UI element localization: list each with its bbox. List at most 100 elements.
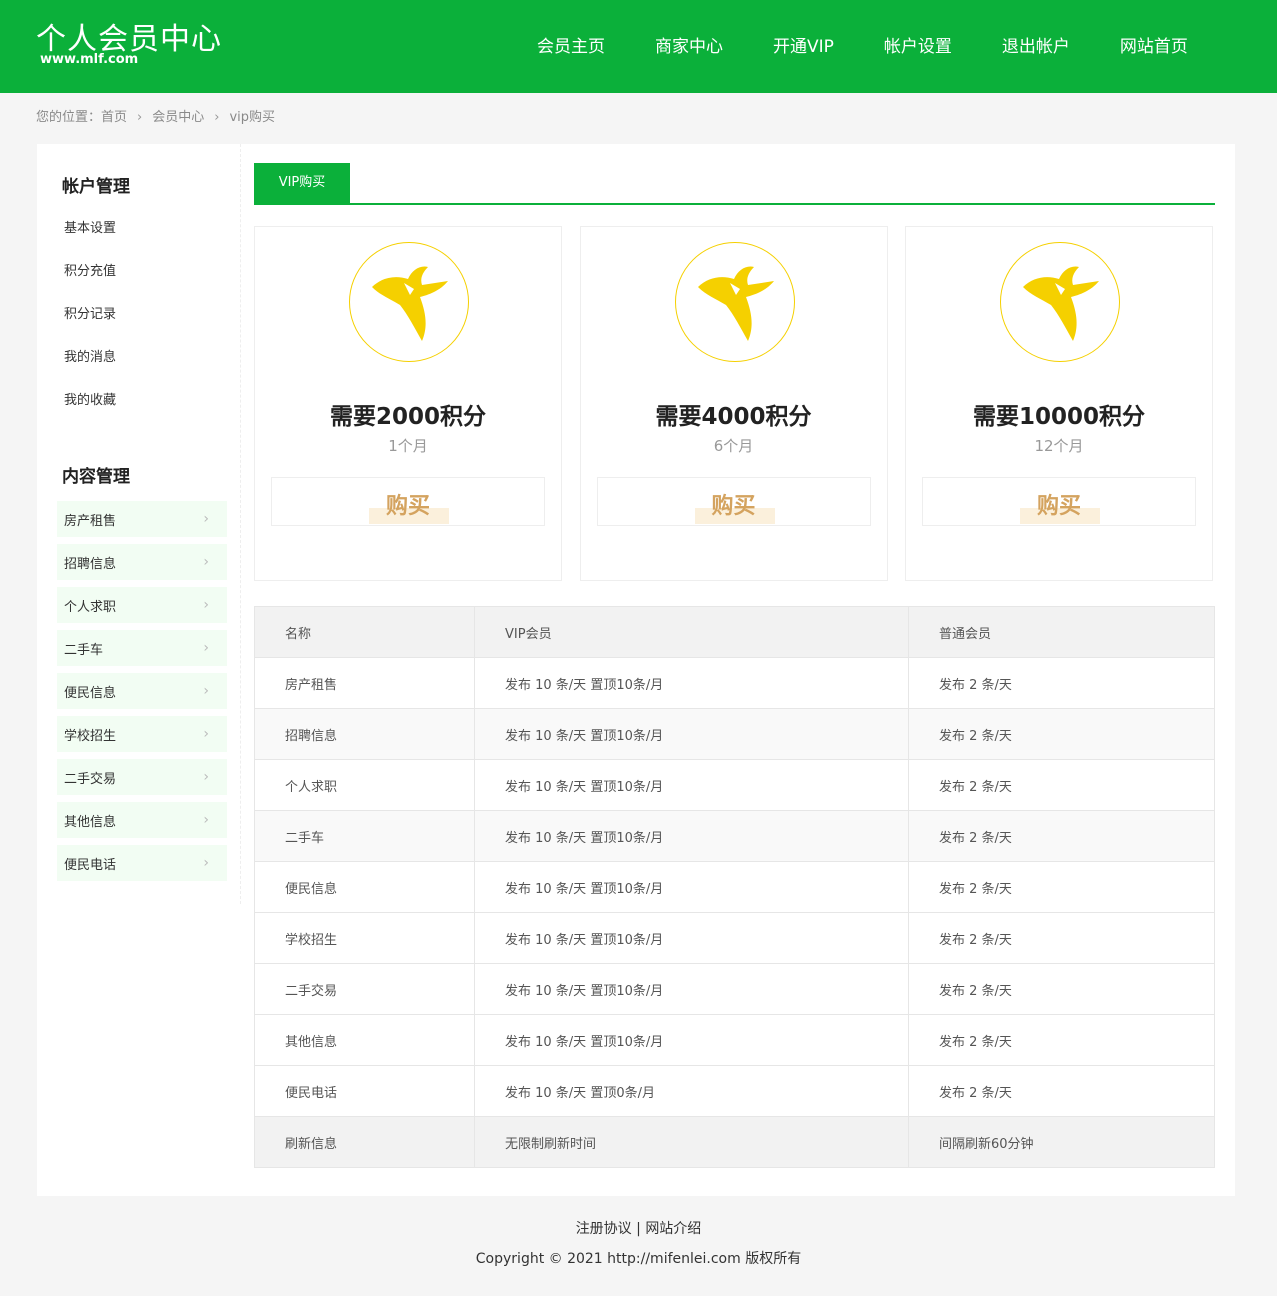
table-header-row: 名称 VIP会员 普通会员: [254, 606, 1215, 658]
table-cell: 二手交易: [254, 963, 475, 1015]
vip-plan-card: 需要10000积分 12个月 购买: [905, 226, 1213, 581]
table-cell: 发布 2 条/天: [908, 1014, 1215, 1066]
sidebar-group-account-title: 帐户管理: [62, 177, 130, 197]
table-cell: 发布 10 条/天 置顶10条/月: [474, 810, 909, 862]
table-cell: 发布 2 条/天: [908, 912, 1215, 964]
sidebar-item-label: 房产租售: [64, 513, 117, 529]
buy-button-label: 购买: [385, 494, 430, 519]
site-url: www.mlf.com: [40, 52, 139, 67]
nav-site-home[interactable]: 网站首页: [1095, 32, 1213, 57]
sidebar-item-real-estate[interactable]: 房产租售 ›: [57, 501, 227, 537]
table-cell: 发布 2 条/天: [908, 963, 1215, 1015]
sidebar-item-label: 便民电话: [64, 857, 117, 873]
table-row: 学校招生 发布 10 条/天 置顶10条/月 发布 2 条/天: [254, 912, 1215, 964]
plan-points: 需要2000积分: [329, 404, 486, 430]
sidebar-item-jobs[interactable]: 招聘信息 ›: [57, 544, 227, 580]
buy-button[interactable]: 购买: [271, 477, 545, 526]
table-cell: 发布 10 条/天 置顶10条/月: [474, 708, 909, 760]
tab-bar: VIP购买: [254, 163, 1215, 205]
table-row: 便民电话 发布 10 条/天 置顶0条/月 发布 2 条/天: [254, 1065, 1215, 1117]
table-row: 二手车 发布 10 条/天 置顶10条/月 发布 2 条/天: [254, 810, 1215, 862]
table-row: 其他信息 发布 10 条/天 置顶10条/月 发布 2 条/天: [254, 1014, 1215, 1066]
header-regular: 普通会员: [908, 606, 1215, 658]
chevron-right-icon: ›: [203, 640, 209, 656]
vip-v-icon: [349, 242, 469, 362]
table-row: 便民信息 发布 10 条/天 置顶10条/月 发布 2 条/天: [254, 861, 1215, 913]
nav-merchant-center[interactable]: 商家中心: [630, 32, 748, 57]
footer-link-about[interactable]: 网站介绍: [645, 1221, 701, 1237]
sidebar-item-my-messages[interactable]: 我的消息: [37, 340, 240, 383]
nav-account-settings[interactable]: 帐户设置: [859, 32, 977, 57]
chevron-right-icon: ›: [203, 726, 209, 742]
sidebar-item-used-cars[interactable]: 二手车 ›: [57, 630, 227, 666]
sidebar-item-label: 其他信息: [64, 814, 117, 830]
table-cell: 无限制刷新时间: [474, 1116, 909, 1168]
buy-button[interactable]: 购买: [596, 477, 871, 526]
table-cell: 发布 2 条/天: [908, 708, 1215, 760]
nav-member-home[interactable]: 会员主页: [512, 32, 630, 57]
sidebar-item-points-record[interactable]: 积分记录: [37, 297, 240, 340]
buy-button-label: 购买: [711, 494, 756, 519]
sidebar-item-second-hand-trade[interactable]: 二手交易 ›: [57, 759, 227, 795]
table-cell: 发布 2 条/天: [908, 759, 1215, 811]
plan-duration: 1个月: [388, 437, 428, 455]
sidebar: 帐户管理 基本设置 积分充值 积分记录 我的消息 我的收藏 内容管理 房产租售 ›…: [37, 144, 241, 904]
sidebar-item-school-enrollment[interactable]: 学校招生 ›: [57, 716, 227, 752]
nav-logout[interactable]: 退出帐户: [977, 32, 1095, 57]
table-cell: 发布 2 条/天: [908, 861, 1215, 913]
table-cell: 学校招生: [254, 912, 475, 964]
header-name: 名称: [254, 606, 475, 658]
footer-copyright: Copyright © 2021 http://mifenlei.com 版权所…: [475, 1251, 802, 1267]
vip-plan-cards: 需要2000积分 1个月 购买 需要4000积分 6个月 购买 需要10000积…: [254, 226, 1213, 581]
sidebar-item-my-favorites[interactable]: 我的收藏: [37, 383, 240, 426]
breadcrumb-separator: ›: [137, 110, 143, 125]
table-row: 房产租售 发布 10 条/天 置顶10条/月 发布 2 条/天: [254, 657, 1215, 709]
table-cell: 刷新信息: [254, 1116, 475, 1168]
chevron-right-icon: ›: [203, 511, 209, 527]
table-cell: 间隔刷新60分钟: [908, 1116, 1215, 1168]
breadcrumb-separator: ›: [214, 110, 220, 125]
footer-link-agreement[interactable]: 注册协议: [576, 1221, 632, 1237]
sidebar-item-label: 招聘信息: [64, 556, 117, 572]
table-cell: 发布 10 条/天 置顶10条/月: [474, 759, 909, 811]
table-cell: 二手车: [254, 810, 475, 862]
header-vip: VIP会员: [474, 606, 909, 658]
sidebar-item-basic-settings[interactable]: 基本设置: [37, 211, 240, 254]
table-cell: 发布 10 条/天 置顶10条/月: [474, 657, 909, 709]
sidebar-item-convenience-info[interactable]: 便民信息 ›: [57, 673, 227, 709]
buy-button-label: 购买: [1036, 494, 1081, 519]
table-cell: 发布 10 条/天 置顶10条/月: [474, 963, 909, 1015]
sidebar-item-other-info[interactable]: 其他信息 ›: [57, 802, 227, 838]
sidebar-item-label: 学校招生: [64, 728, 117, 744]
sidebar-item-points-recharge[interactable]: 积分充值: [37, 254, 240, 297]
chevron-right-icon: ›: [203, 855, 209, 871]
table-cell: 发布 2 条/天: [908, 657, 1215, 709]
breadcrumb-current: vip购买: [229, 110, 276, 125]
sidebar-group-content-title: 内容管理: [62, 467, 130, 487]
plan-duration: 12个月: [1034, 437, 1084, 455]
breadcrumb-member-center[interactable]: 会员中心: [152, 110, 204, 125]
sidebar-item-label: 便民信息: [64, 685, 117, 701]
table-cell: 发布 2 条/天: [908, 1065, 1215, 1117]
tab-vip-purchase[interactable]: VIP购买: [254, 163, 350, 203]
chevron-right-icon: ›: [203, 812, 209, 828]
chevron-right-icon: ›: [203, 683, 209, 699]
table-cell: 发布 10 条/天 置顶10条/月: [474, 912, 909, 964]
vip-comparison-table: 名称 VIP会员 普通会员 房产租售 发布 10 条/天 置顶10条/月 发布 2 …: [254, 606, 1215, 1168]
table-cell: 便民信息: [254, 861, 475, 913]
nav-open-vip[interactable]: 开通VIP: [748, 32, 859, 57]
chevron-right-icon: ›: [203, 769, 209, 785]
sidebar-item-label: 二手交易: [64, 771, 117, 787]
buy-button[interactable]: 购买: [922, 477, 1196, 526]
table-row: 刷新信息 无限制刷新时间 间隔刷新60分钟: [254, 1116, 1215, 1168]
table-row: 个人求职 发布 10 条/天 置顶10条/月 发布 2 条/天: [254, 759, 1215, 811]
sidebar-item-convenience-phone[interactable]: 便民电话 ›: [57, 845, 227, 881]
breadcrumb: 您的位置：首页 › 会员中心 › vip购买: [0, 93, 1277, 143]
vip-plan-card: 需要4000积分 6个月 购买: [579, 226, 888, 581]
table-cell: 发布 10 条/天 置顶0条/月: [474, 1065, 909, 1117]
site-footer: 注册协议 | 网站介绍 Copyright © 2021 http://mife…: [0, 1218, 1277, 1268]
table-cell: 房产租售: [254, 657, 475, 709]
breadcrumb-home[interactable]: 首页: [101, 110, 127, 125]
main-panel: 帐户管理 基本设置 积分充值 积分记录 我的消息 我的收藏 内容管理 房产租售 ›…: [37, 144, 1235, 1196]
sidebar-item-job-seeking[interactable]: 个人求职 ›: [57, 587, 227, 623]
